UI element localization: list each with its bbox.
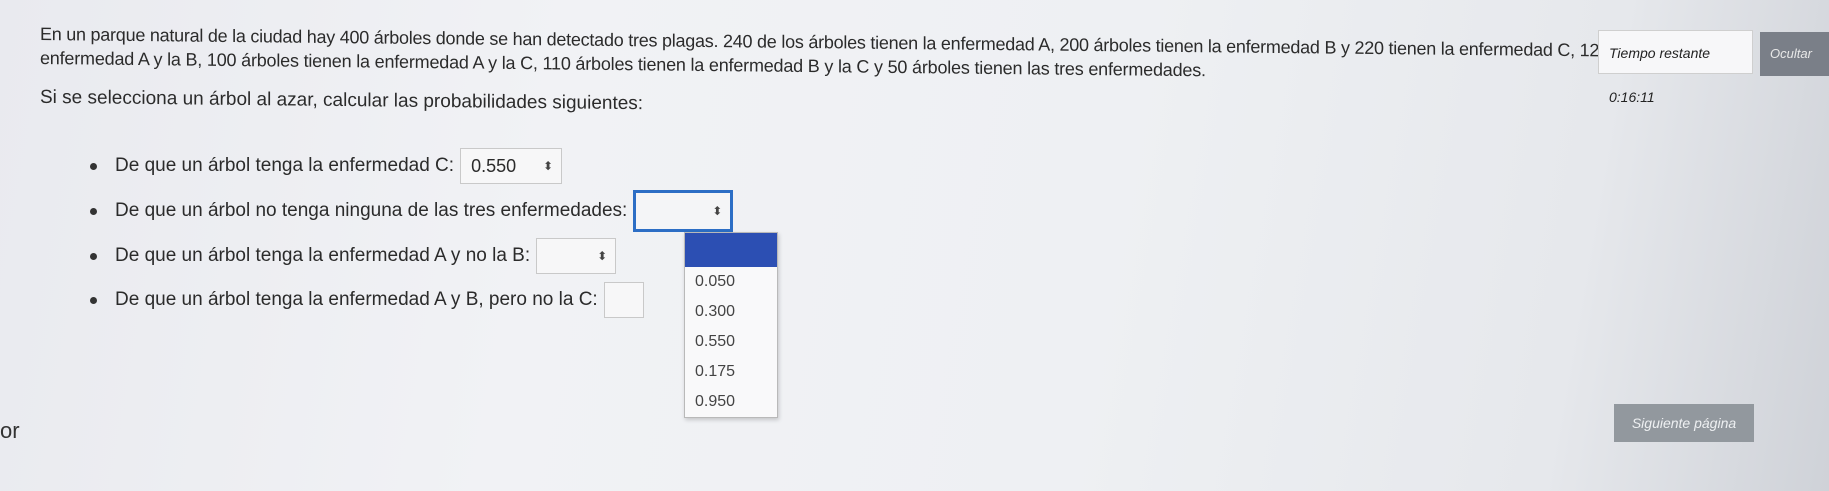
answer-item-4: De que un árbol tenga la enfermedad A y …	[90, 282, 644, 318]
answer-select-2[interactable]: ⬍	[633, 190, 734, 232]
answer-item-1: De que un árbol tenga la enfermedad C: 0…	[90, 148, 563, 184]
dropdown-option[interactable]: 0.300	[685, 297, 777, 327]
answer-item-3: De que un árbol tenga la enfermedad A y …	[90, 238, 617, 274]
answer-item-2: De que un árbol no tenga ninguna de las …	[90, 190, 734, 232]
dropdown-option[interactable]: 0.175	[685, 357, 777, 387]
bullet	[90, 207, 97, 215]
answer-select-1[interactable]: 0.550 ⬍	[460, 148, 563, 184]
dropdown-option[interactable]: 0.550	[685, 327, 777, 357]
next-page-button[interactable]: Siguiente página	[1614, 404, 1754, 442]
dropdown-option[interactable]: 0.050	[685, 267, 777, 297]
answer-select-4[interactable]	[603, 282, 644, 318]
bullet	[90, 162, 97, 170]
hide-timer-button[interactable]: Ocultar	[1760, 32, 1829, 76]
answer-label-2: De que un árbol no tenga ninguna de las …	[115, 200, 628, 221]
select-arrows-icon: ⬍	[597, 249, 608, 263]
bullet	[90, 252, 97, 260]
select-dropdown-list: 0.050 0.300 0.550 0.175 0.950	[684, 232, 778, 418]
select-arrows-icon: ⬍	[543, 159, 554, 173]
dropdown-option-empty[interactable]	[685, 233, 777, 267]
select-arrows-icon: ⬍	[712, 204, 723, 218]
edge-text: or	[0, 418, 20, 443]
question-prompt: Si se selecciona un árbol al azar, calcu…	[40, 86, 644, 115]
answer-value-1: 0.550	[471, 155, 517, 176]
answer-label-4: De que un árbol tenga la enfermedad A y …	[115, 289, 598, 310]
answer-label-1: De que un árbol tenga la enfermedad C:	[115, 155, 455, 176]
bullet	[90, 296, 97, 304]
answer-select-3[interactable]: ⬍	[536, 238, 617, 274]
dropdown-option[interactable]: 0.950	[685, 387, 777, 417]
answer-label-3: De que un árbol tenga la enfermedad A y …	[115, 245, 531, 266]
question-text: En un parque natural de la ciudad hay 40…	[40, 22, 1800, 88]
time-remaining: Tiempo restante 0:16:11	[1598, 30, 1753, 105]
